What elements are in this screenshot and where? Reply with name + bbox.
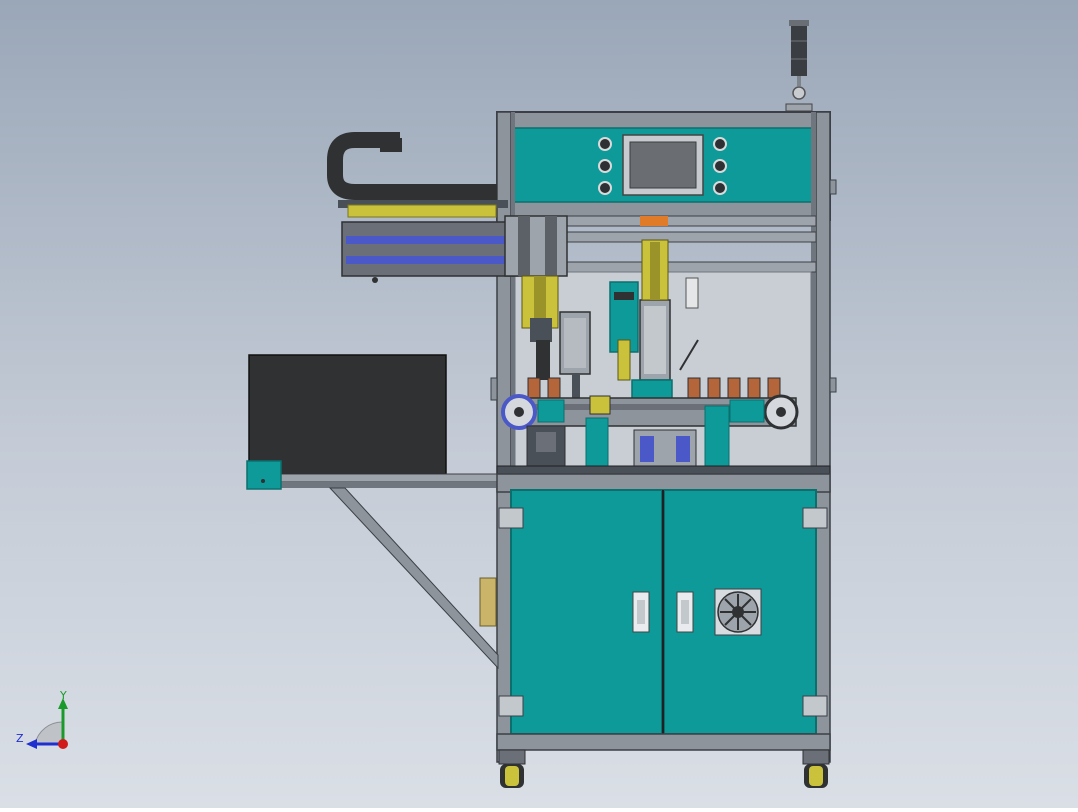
triad-y-label: Y <box>59 689 67 702</box>
side-shelf <box>246 460 514 670</box>
view-triad-icon[interactable]: Y Z <box>16 689 68 749</box>
cable-chain <box>327 132 497 200</box>
signal-tower-icon <box>785 20 813 112</box>
control-panel <box>496 111 831 221</box>
cad-viewport[interactable]: Y Z <box>0 0 1078 808</box>
caster-wheel-icon <box>802 749 830 788</box>
door-handle-icon[interactable] <box>632 591 650 633</box>
panel-buttons-left[interactable] <box>598 137 612 195</box>
lower-cabinet <box>496 473 831 751</box>
hopper-box <box>248 354 447 475</box>
triad-z-label: Z <box>16 732 24 745</box>
caster-wheel-icon <box>498 749 526 788</box>
conveyor-belt <box>501 394 799 430</box>
table-plate <box>496 465 831 475</box>
touch-screen-icon[interactable] <box>622 134 704 196</box>
cooling-fan-icon <box>714 588 762 636</box>
door-handle-icon[interactable] <box>676 591 694 633</box>
machine-model[interactable]: Y Z <box>0 0 1078 808</box>
panel-buttons-right[interactable] <box>713 137 727 195</box>
